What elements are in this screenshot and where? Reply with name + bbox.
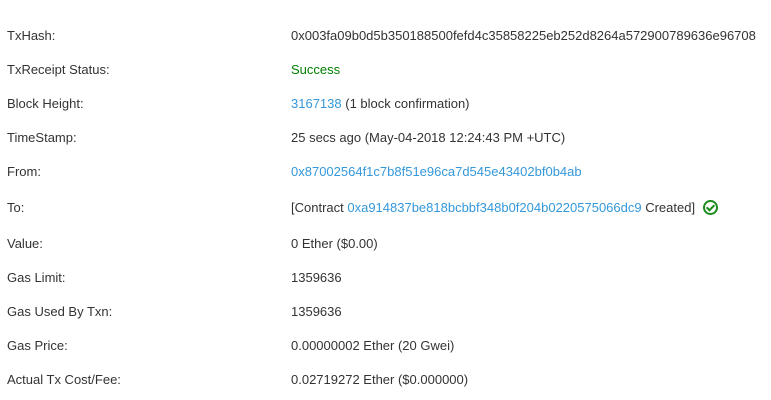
gas-limit-label: Gas Limit: — [7, 269, 66, 285]
contract-address-link[interactable]: 0xa914837be818bcbbf348b0f204b0220575066d… — [347, 200, 641, 215]
to-label: To: — [7, 199, 25, 215]
fee-label: Actual Tx Cost/Fee: — [7, 371, 121, 387]
from-address-link[interactable]: 0x87002564f1c7b8f51e96ca7d545e43402bf0b4… — [291, 164, 582, 179]
gas-used-label: Gas Used By Txn: — [7, 303, 113, 319]
row-timestamp: TimeStamp: 25 secs ago (May-04-2018 12:2… — [0, 120, 771, 154]
contract-suffix: Created] — [641, 199, 696, 215]
gas-price-value: 0.00000002 Ether (20 Gwei) — [291, 337, 455, 353]
row-gas-price: Gas Price: 0.00000002 Ether (20 Gwei) — [0, 328, 771, 362]
from-label: From: — [7, 163, 41, 179]
row-status: TxReceipt Status: Success — [0, 52, 771, 86]
from-value: 0x87002564f1c7b8f51e96ca7d545e43402bf0b4… — [284, 164, 771, 179]
row-to: To: [Contract 0xa914837be818bcbbf348b0f2… — [0, 188, 771, 226]
timestamp-label: TimeStamp: — [7, 129, 77, 145]
gas-limit-value: 1359636 — [291, 269, 342, 285]
fee-value: 0.02719272 Ether ($0.000000) — [291, 371, 469, 387]
check-circle-icon — [703, 199, 719, 215]
row-txhash: TxHash: 0x003fa09b0d5b350188500fefd4c358… — [0, 18, 771, 52]
transaction-details: TxHash: 0x003fa09b0d5b350188500fefd4c358… — [0, 18, 771, 396]
txhash-value: 0x003fa09b0d5b350188500fefd4c35858225eb2… — [291, 27, 756, 43]
block-height-label: Block Height: — [7, 95, 84, 111]
block-height-value: 3167138 (1 block confirmation) — [284, 96, 771, 111]
status-label: TxReceipt Status: — [7, 61, 110, 77]
txhash-label: TxHash: — [7, 27, 56, 43]
value-label: Value: — [7, 235, 43, 251]
gas-price-label: Gas Price: — [7, 337, 68, 353]
gas-used-value: 1359636 — [291, 303, 342, 319]
value-value: 0 Ether ($0.00) — [291, 235, 378, 251]
block-link[interactable]: 3167138 — [291, 96, 342, 111]
row-value: Value: 0 Ether ($0.00) — [0, 226, 771, 260]
contract-prefix: [Contract — [291, 199, 348, 215]
row-block-height: Block Height: 3167138 (1 block confirmat… — [0, 86, 771, 120]
to-value: [Contract 0xa914837be818bcbbf348b0f204b0… — [284, 199, 771, 215]
timestamp-value: 25 secs ago (May-04-2018 12:24:43 PM +UT… — [291, 129, 566, 145]
row-fee: Actual Tx Cost/Fee: 0.02719272 Ether ($0… — [0, 362, 771, 396]
row-from: From: 0x87002564f1c7b8f51e96ca7d545e4340… — [0, 154, 771, 188]
status-value: Success — [291, 61, 341, 77]
row-gas-limit: Gas Limit: 1359636 — [0, 260, 771, 294]
block-confirmations: (1 block confirmation) — [341, 95, 470, 111]
row-gas-used: Gas Used By Txn: 1359636 — [0, 294, 771, 328]
